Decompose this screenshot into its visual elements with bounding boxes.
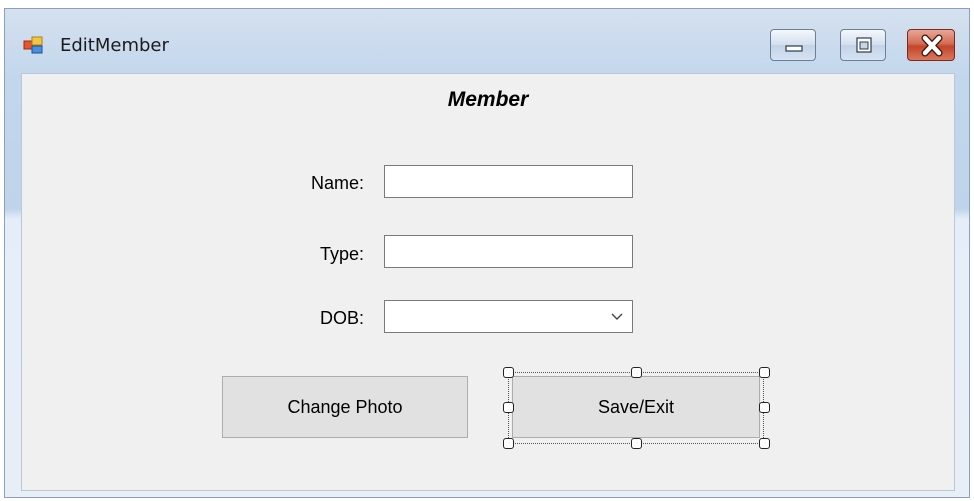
resize-handle-top-center[interactable]: [631, 367, 642, 378]
close-icon: [921, 34, 943, 57]
form-client-area: Member Name: Type: DOB: Change Photo Sav…: [21, 73, 955, 491]
close-button[interactable]: [907, 29, 955, 61]
change-photo-button[interactable]: Change Photo: [222, 376, 468, 438]
resize-handle-top-left[interactable]: [503, 367, 514, 378]
name-field[interactable]: [384, 165, 633, 198]
chevron-down-icon[interactable]: [610, 311, 624, 321]
resize-handle-top-right[interactable]: [759, 367, 770, 378]
resize-handle-bottom-center[interactable]: [631, 438, 642, 449]
window-title: EditMember: [60, 35, 169, 56]
resize-handle-middle-left[interactable]: [503, 402, 514, 413]
type-field[interactable]: [384, 235, 633, 268]
save-exit-button[interactable]: Save/Exit: [512, 376, 760, 438]
minimize-icon: [785, 45, 803, 52]
form-app-icon: [23, 36, 43, 54]
minimize-button[interactable]: [770, 29, 816, 61]
name-label: Name:: [310, 173, 364, 193]
resize-handle-middle-right[interactable]: [759, 402, 770, 413]
maximize-icon: [856, 37, 872, 53]
type-label: Type:: [319, 244, 364, 264]
resize-handle-bottom-left[interactable]: [503, 438, 514, 449]
dob-datepicker[interactable]: [384, 300, 633, 333]
save-exit-label: Save/Exit: [597, 396, 675, 417]
maximize-button[interactable]: [840, 29, 886, 61]
resize-handle-bottom-right[interactable]: [759, 438, 770, 449]
form-heading: Member: [447, 88, 529, 111]
title-bar[interactable]: EditMember: [5, 9, 969, 73]
change-photo-label: Change Photo: [287, 396, 403, 417]
form-window: EditMember Member Name: Type: DOB: Chang…: [4, 8, 970, 498]
dob-label: DOB:: [319, 308, 364, 328]
